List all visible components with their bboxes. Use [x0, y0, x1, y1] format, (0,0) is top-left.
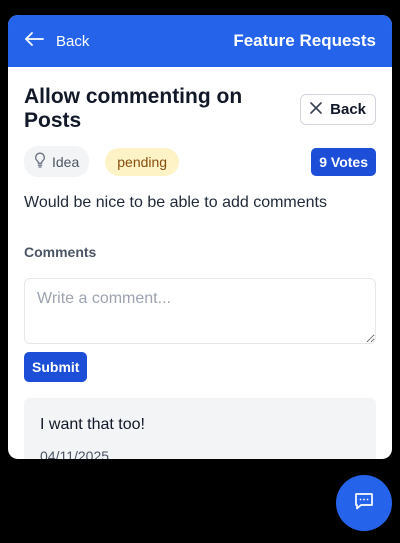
- x-icon: [310, 101, 322, 118]
- category-badge: Idea: [24, 146, 90, 177]
- comment-input[interactable]: [24, 278, 376, 344]
- header-back-label: Back: [56, 32, 90, 50]
- header-title: Feature Requests: [233, 31, 376, 50]
- comments-heading: Comments: [24, 244, 97, 260]
- close-back-label: Back: [330, 100, 366, 118]
- arrow-left-icon: [24, 31, 44, 52]
- chat-launcher-button[interactable]: [336, 475, 392, 531]
- title-row: Allow commenting on Posts Back: [24, 85, 376, 133]
- request-detail: Allow commenting on Posts Back Idea pend…: [8, 67, 392, 459]
- request-description: Would be nice to be able to add comments: [24, 194, 327, 211]
- comment-text: I want that too!: [40, 416, 145, 433]
- header-bar: Back Feature Requests: [8, 15, 392, 67]
- feature-request-panel: Back Feature Requests Allow commenting o…: [8, 15, 392, 459]
- chat-bubble-icon: [352, 489, 376, 518]
- category-label: Idea: [52, 153, 80, 170]
- request-title: Allow commenting on Posts: [24, 85, 243, 132]
- status-badge: pending: [105, 147, 180, 176]
- submit-button[interactable]: Submit: [24, 352, 88, 382]
- votes-button[interactable]: 9 Votes: [311, 147, 376, 176]
- header-back-link[interactable]: Back: [24, 31, 89, 52]
- comment-date: 04/11/2025: [40, 448, 110, 459]
- meta-row: Idea pending 9 Votes: [24, 146, 376, 177]
- close-back-button[interactable]: Back: [300, 93, 376, 125]
- lightbulb-icon: [34, 152, 46, 171]
- comment-item: I want that too! 04/11/2025: [24, 398, 376, 459]
